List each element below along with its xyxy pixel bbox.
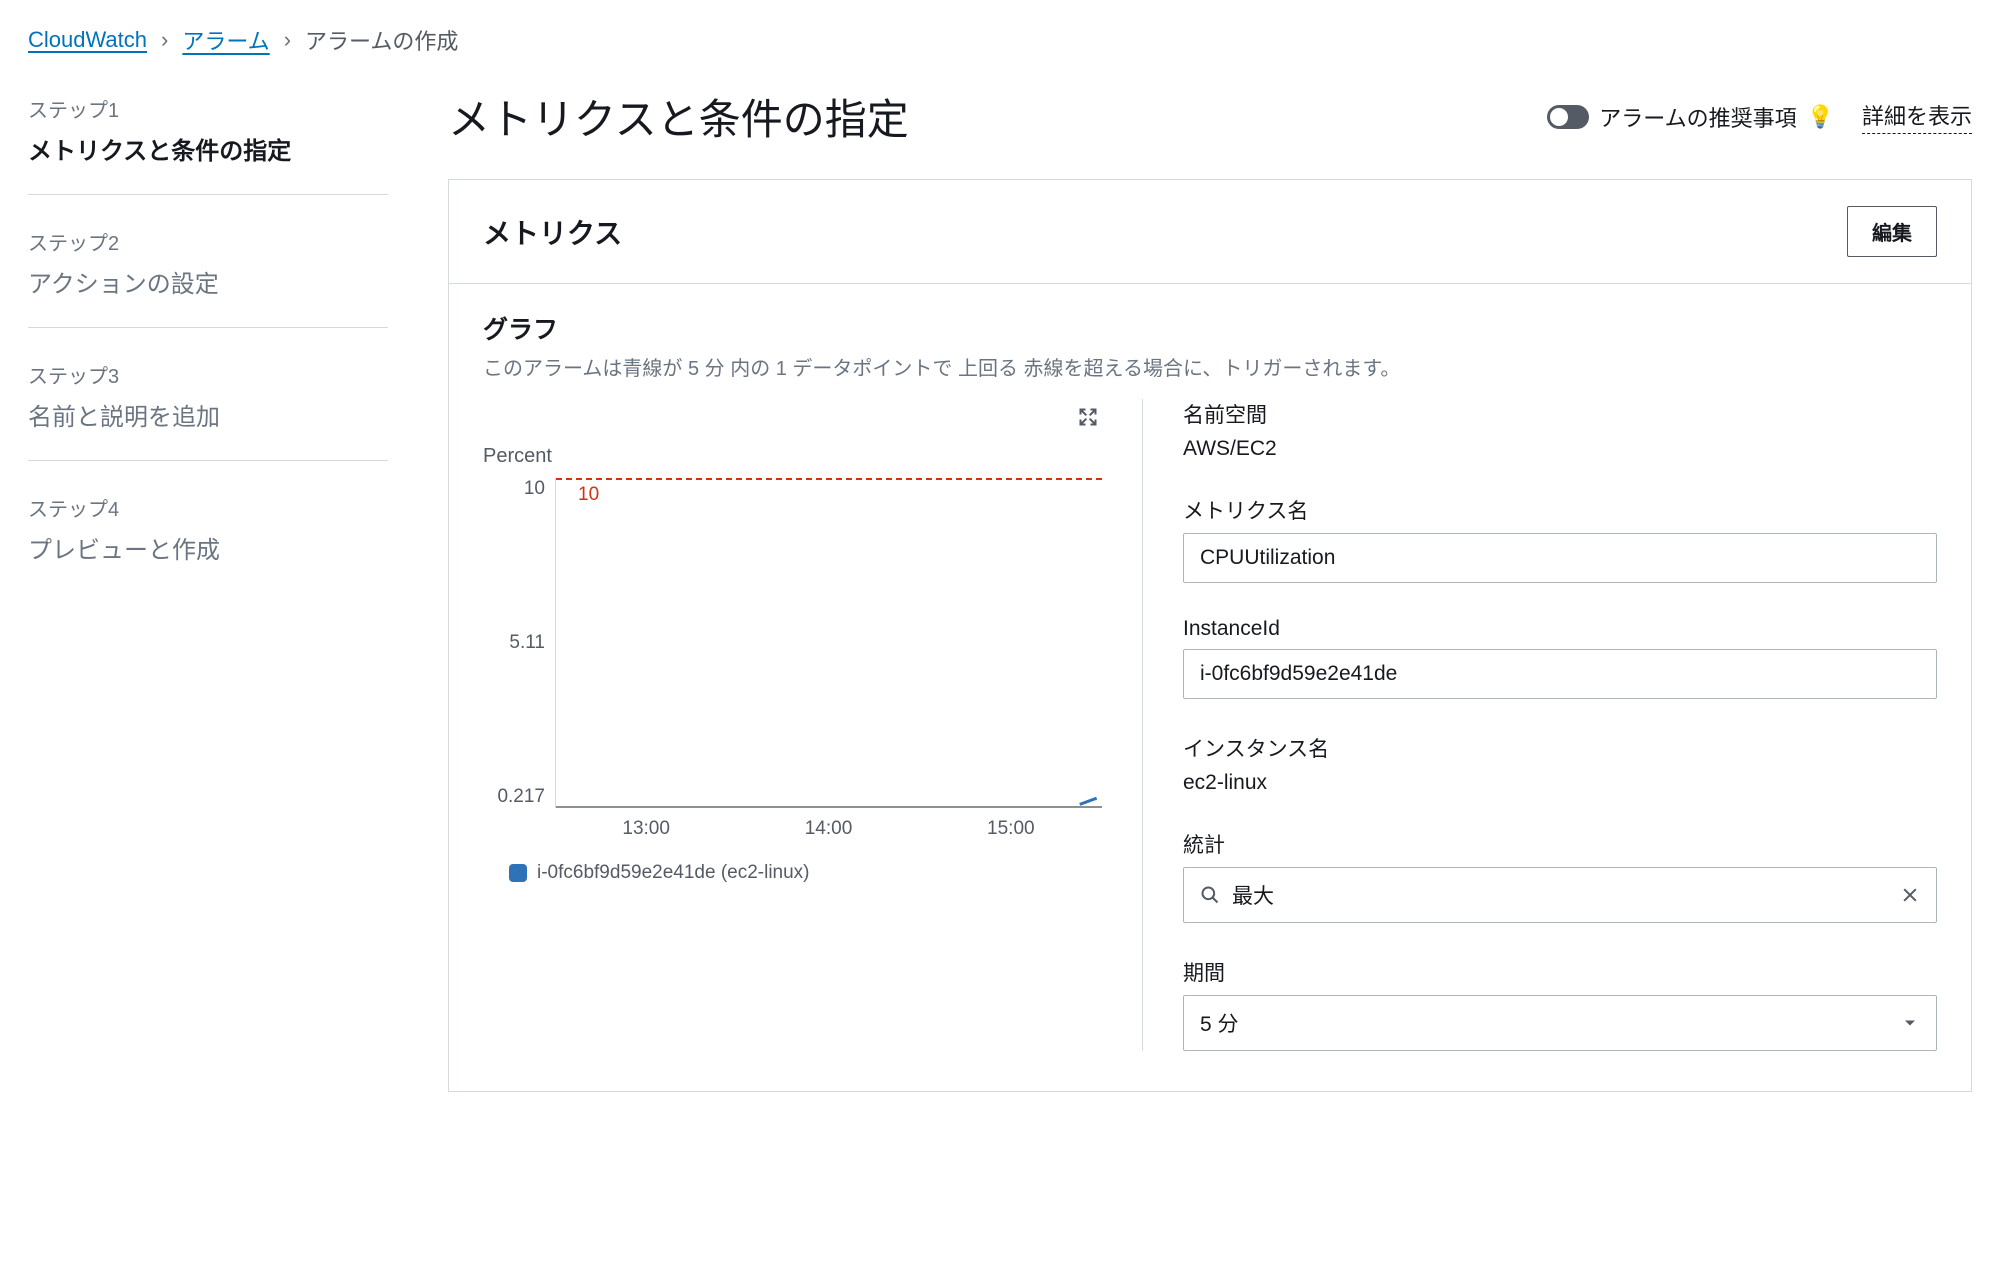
- instance-name-label: インスタンス名: [1183, 733, 1937, 763]
- step-3[interactable]: ステップ3 名前と説明を追加: [28, 352, 388, 461]
- y-tick: 0.217: [497, 786, 545, 808]
- toggle-switch-icon[interactable]: [1547, 105, 1589, 129]
- graph-section-description: このアラームは青線が 5 分 内の 1 データポイントで 上回る 赤線を超える場…: [483, 352, 1937, 381]
- instance-id-field: InstanceId i-0fc6bf9d59e2e41de: [1183, 617, 1937, 699]
- panel-header: メトリクス 編集: [449, 180, 1971, 284]
- step-title: 名前と説明を追加: [28, 397, 388, 432]
- x-tick: 13:00: [555, 818, 737, 840]
- alarm-recommendations-toggle[interactable]: アラームの推奨事項 💡: [1547, 101, 1834, 133]
- instance-name-value: ec2-linux: [1183, 771, 1937, 795]
- statistic-value: 最大: [1232, 880, 1274, 910]
- search-icon: [1200, 885, 1220, 905]
- chart-plot-area: 10 5.11 0.217 10: [483, 478, 1102, 808]
- breadcrumb: CloudWatch › アラーム › アラームの作成: [28, 24, 1972, 56]
- period-field: 期間 5 分: [1183, 957, 1937, 1051]
- breadcrumb-alarms-link[interactable]: アラーム: [182, 24, 269, 56]
- namespace-label: 名前空間: [1183, 399, 1937, 429]
- step-number: ステップ1: [28, 94, 388, 123]
- step-4[interactable]: ステップ4 プレビューと作成: [28, 485, 388, 593]
- step-number: ステップ4: [28, 493, 388, 522]
- period-label: 期間: [1183, 957, 1937, 987]
- expand-chart-button[interactable]: [1074, 403, 1102, 437]
- clear-icon[interactable]: [1900, 885, 1920, 905]
- metric-name-input[interactable]: CPUUtilization: [1183, 533, 1937, 583]
- metrics-panel: メトリクス 編集 グラフ このアラームは青線が 5 分 内の 1 データポイント…: [448, 179, 1972, 1092]
- edit-button[interactable]: 編集: [1847, 206, 1937, 257]
- breadcrumb-root-link[interactable]: CloudWatch: [28, 27, 147, 53]
- legend-label: i-0fc6bf9d59e2e41de (ec2-linux): [537, 862, 810, 884]
- main-content: メトリクスと条件の指定 アラームの推奨事項 💡 詳細を表示 メトリクス 編集: [448, 86, 1972, 1092]
- threshold-label: 10: [578, 484, 599, 506]
- graph-section-label: グラフ: [483, 310, 1937, 346]
- period-select[interactable]: 5 分: [1183, 995, 1937, 1051]
- page-header: メトリクスと条件の指定 アラームの推奨事項 💡 詳細を表示: [448, 86, 1972, 147]
- metric-details: 名前空間 AWS/EC2 メトリクス名 CPUUtilization Insta…: [1143, 399, 1937, 1051]
- chart-y-axis: 10 5.11 0.217: [483, 478, 555, 808]
- chevron-right-icon: ›: [284, 27, 291, 53]
- namespace-field: 名前空間 AWS/EC2: [1183, 399, 1937, 461]
- chart-legend: i-0fc6bf9d59e2e41de (ec2-linux): [509, 862, 1102, 884]
- toggle-label: アラームの推奨事項: [1599, 101, 1796, 133]
- step-number: ステップ2: [28, 227, 388, 256]
- step-title: アクションの設定: [28, 264, 388, 299]
- statistic-combobox[interactable]: 最大: [1183, 867, 1937, 923]
- step-title: プレビューと作成: [28, 530, 388, 565]
- chart-x-axis: 13:00 14:00 15:00: [555, 818, 1102, 840]
- statistic-label: 統計: [1183, 829, 1937, 859]
- step-number: ステップ3: [28, 360, 388, 389]
- caret-down-icon: [1900, 1013, 1920, 1033]
- namespace-value: AWS/EC2: [1183, 437, 1937, 461]
- data-line-tail: [1077, 790, 1097, 806]
- header-actions: アラームの推奨事項 💡 詳細を表示: [1547, 99, 1972, 134]
- chart-plot: 10: [555, 478, 1102, 808]
- metric-name-label: メトリクス名: [1183, 495, 1937, 525]
- show-details-link[interactable]: 詳細を表示: [1862, 99, 1972, 134]
- y-tick: 10: [524, 478, 545, 500]
- x-tick: 15:00: [920, 818, 1102, 840]
- x-tick: 14:00: [737, 818, 919, 840]
- step-title: メトリクスと条件の指定: [28, 131, 388, 166]
- instance-name-field: インスタンス名 ec2-linux: [1183, 733, 1937, 795]
- instance-id-input[interactable]: i-0fc6bf9d59e2e41de: [1183, 649, 1937, 699]
- breadcrumb-current: アラームの作成: [305, 24, 458, 56]
- page-title: メトリクスと条件の指定: [448, 86, 909, 147]
- legend-swatch-icon: [509, 864, 527, 882]
- panel-title: メトリクス: [483, 212, 622, 252]
- chart-y-axis-label: Percent: [483, 445, 1102, 468]
- step-2[interactable]: ステップ2 アクションの設定: [28, 219, 388, 328]
- data-baseline: [556, 806, 1102, 808]
- period-value: 5 分: [1200, 1008, 1239, 1038]
- threshold-line: [556, 478, 1102, 480]
- statistic-field: 統計 最大: [1183, 829, 1937, 923]
- lightbulb-icon: 💡: [1807, 104, 1834, 130]
- chevron-right-icon: ›: [161, 27, 168, 53]
- y-tick: 5.11: [509, 632, 545, 654]
- step-1[interactable]: ステップ1 メトリクスと条件の指定: [28, 86, 388, 195]
- wizard-stepper: ステップ1 メトリクスと条件の指定 ステップ2 アクションの設定 ステップ3 名…: [28, 86, 388, 1092]
- metric-name-field: メトリクス名 CPUUtilization: [1183, 495, 1937, 583]
- chart-container: Percent 10 5.11 0.217 10: [483, 399, 1143, 1051]
- instance-id-label: InstanceId: [1183, 617, 1937, 641]
- expand-icon: [1078, 407, 1098, 427]
